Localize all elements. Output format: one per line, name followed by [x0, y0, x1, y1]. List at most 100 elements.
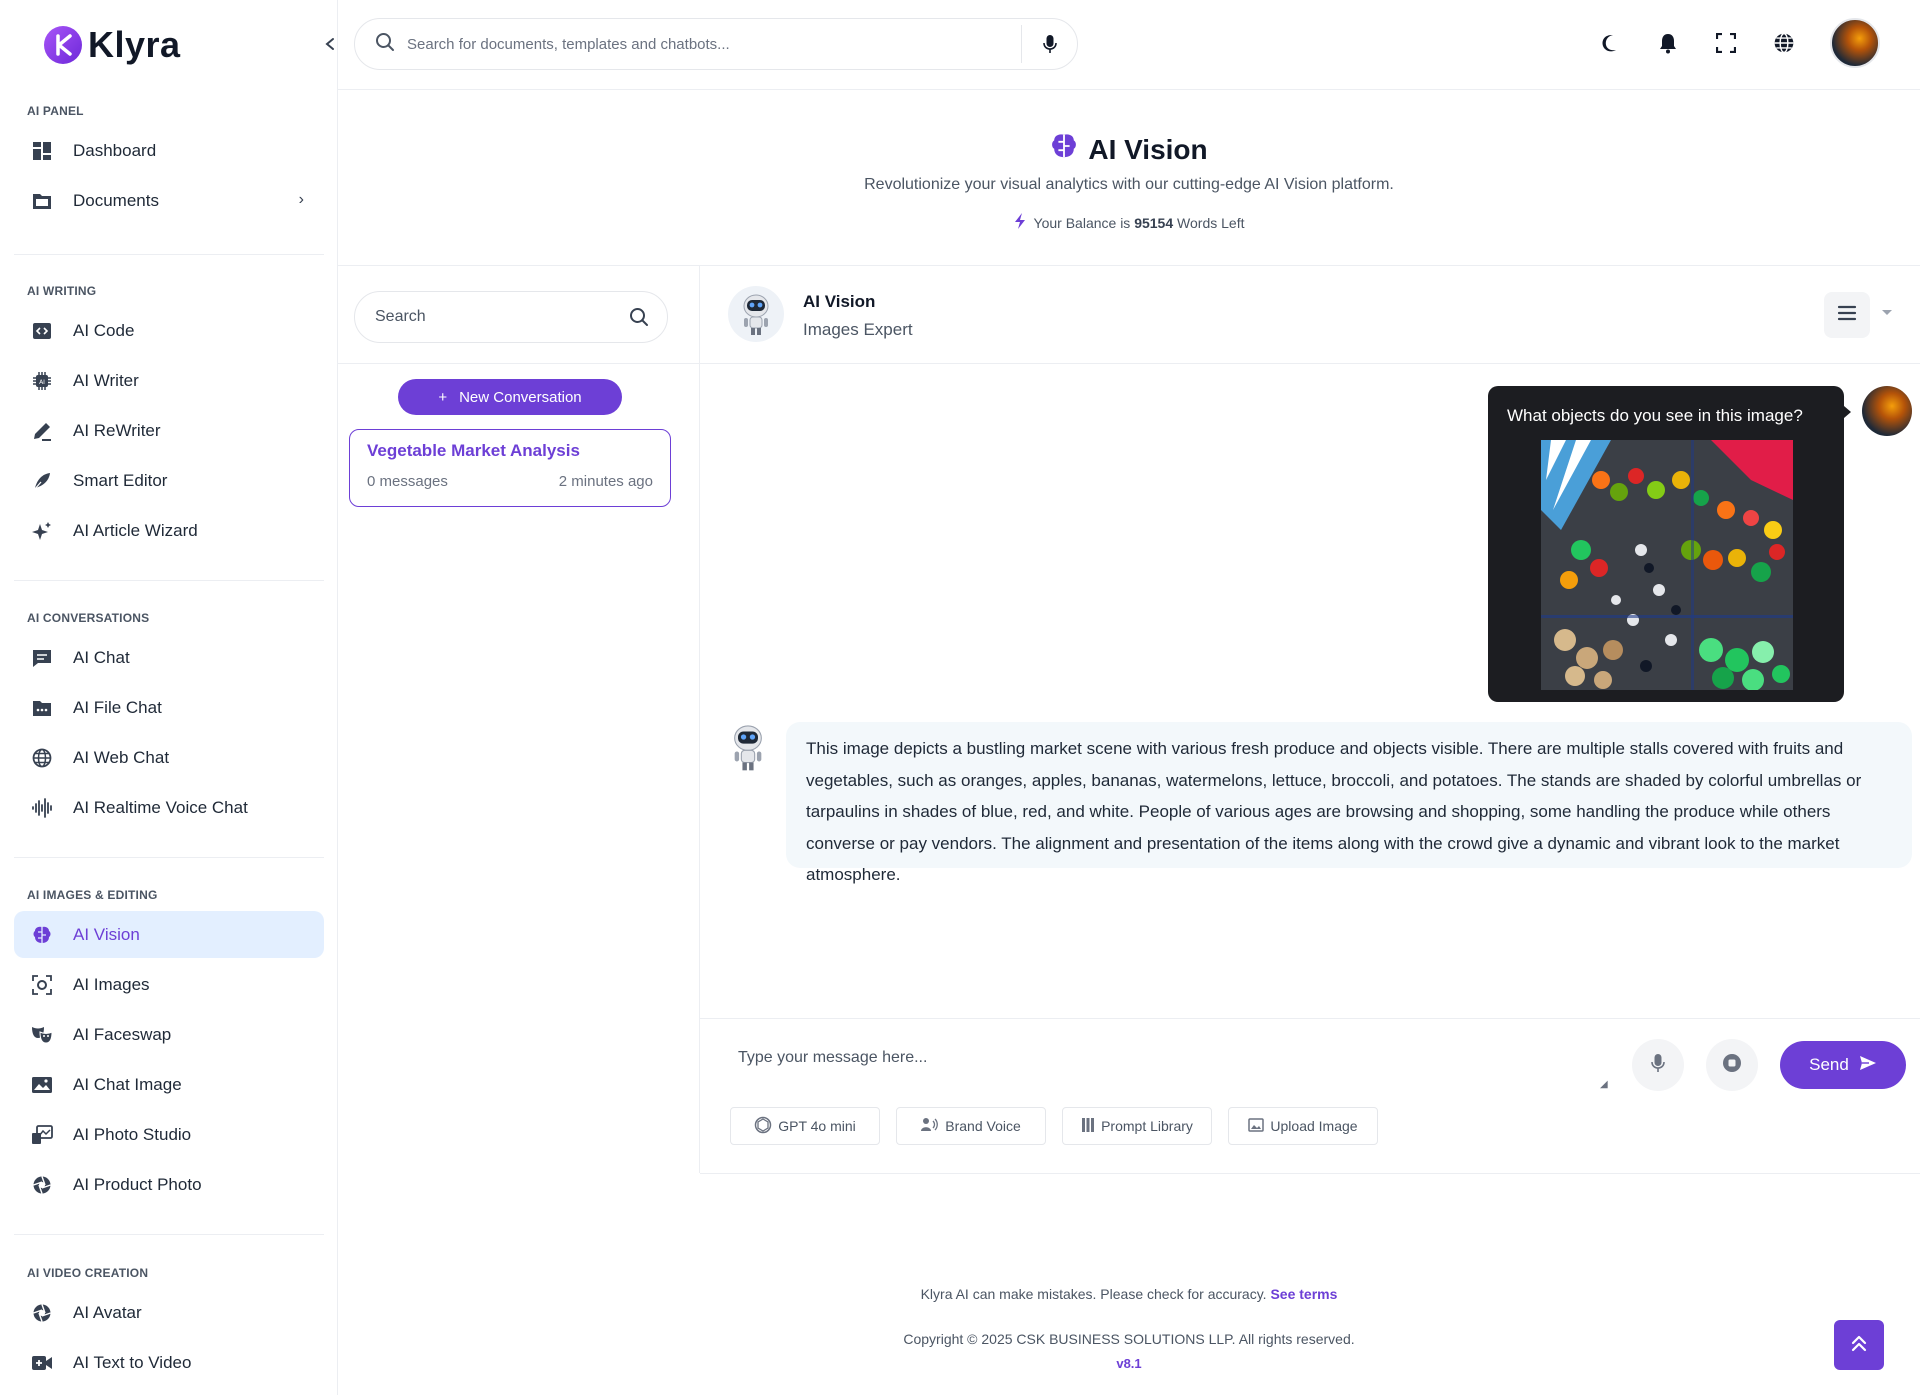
conversation-panel: + New Conversation Vegetable Market Anal…: [338, 265, 700, 1173]
message-input[interactable]: [738, 1049, 1618, 1093]
masks-icon: [31, 1024, 53, 1046]
conversation-time: 2 minutes ago: [558, 473, 653, 490]
footer-version: v8.1: [338, 1355, 1920, 1371]
svg-text:AI: AI: [39, 379, 45, 386]
sidebar-item-ai-chat-image[interactable]: AI Chat Image: [14, 1061, 324, 1108]
tool-label: Prompt Library: [1101, 1118, 1193, 1134]
scroll-to-top-button[interactable]: [1834, 1320, 1884, 1370]
see-terms-link[interactable]: See terms: [1270, 1286, 1337, 1302]
brand-name: Klyra: [88, 24, 181, 65]
divider: [338, 363, 700, 364]
avatar[interactable]: [1830, 18, 1880, 68]
new-conversation-button[interactable]: + New Conversation: [398, 379, 622, 415]
sidebar-item-label: AI File Chat: [73, 697, 162, 717]
caret-down-icon[interactable]: [1882, 310, 1892, 315]
globe-icon[interactable]: [1772, 31, 1796, 55]
divider: [14, 1234, 324, 1235]
chat-bot-role: Images Expert: [803, 320, 913, 339]
feather-icon: [31, 470, 53, 492]
footer-copyright: Copyright © 2025 CSK BUSINESS SOLUTIONS …: [903, 1331, 1355, 1347]
conversation-item[interactable]: Vegetable Market Analysis 0 messages 2 m…: [349, 429, 671, 507]
sidebar-item-smart-editor[interactable]: Smart Editor: [14, 457, 324, 504]
sidebar-item-label: AI Avatar: [73, 1302, 142, 1322]
sidebar-item-ai-vision[interactable]: AI Vision: [14, 911, 324, 958]
chat-bot-name: AI Vision: [803, 292, 876, 311]
conversation-search[interactable]: [354, 291, 668, 343]
balance-prefix: Your Balance is: [1033, 214, 1131, 231]
sidebar-item-label: AI Web Chat: [73, 747, 170, 767]
moon-icon[interactable]: [1598, 31, 1622, 55]
disclaimer-text: Klyra AI can make mistakes. Please check…: [920, 1286, 1267, 1302]
library-icon: [1081, 1117, 1095, 1136]
sidebar-item-label: AI Code: [73, 320, 135, 340]
sidebar-item-label: AI Realtime Voice Chat: [73, 797, 248, 817]
brand-voice-button[interactable]: Brand Voice: [896, 1107, 1046, 1145]
user-message-text: What objects do you see in this image?: [1507, 406, 1803, 425]
page-subtitle: Revolutionize your visual analytics with…: [864, 176, 1394, 193]
sidebar-item-label: Smart Editor: [73, 470, 168, 490]
voice-icon: [921, 1117, 939, 1136]
send-label: Send: [1809, 1055, 1849, 1074]
pen-icon: [31, 420, 53, 442]
sidebar-item-ai-photo-studio[interactable]: AI Photo Studio: [14, 1111, 324, 1158]
sidebar-item-ai-product-photo[interactable]: AI Product Photo: [14, 1161, 324, 1208]
sidebar-item-ai-article-wizard[interactable]: AI Article Wizard: [14, 507, 324, 554]
chevron-right-icon: ›: [298, 191, 304, 208]
hamburger-icon: [1837, 305, 1857, 326]
sidebar-item-label: AI Faceswap: [73, 1024, 172, 1044]
sidebar-item-ai-images[interactable]: AI Images: [14, 961, 324, 1008]
upload-image-button[interactable]: Upload Image: [1228, 1107, 1378, 1145]
sidebar-item-ai-file-chat[interactable]: AI File Chat: [14, 684, 324, 731]
brand-logo-icon: [44, 26, 82, 64]
sidebar-item-documents[interactable]: Documents ›: [14, 177, 324, 224]
nav-section-title: AI WRITING: [27, 284, 97, 298]
topbar-actions: [1598, 18, 1880, 68]
paper-plane-icon: [1859, 1055, 1877, 1076]
sidebar-item-ai-realtime-voice-chat[interactable]: AI Realtime Voice Chat: [14, 784, 324, 831]
sidebar-item-ai-text-to-video[interactable]: AI Text to Video: [14, 1339, 324, 1386]
collapse-sidebar-icon[interactable]: [320, 34, 337, 54]
nav-section-title: AI VIDEO CREATION: [27, 1266, 149, 1280]
brand[interactable]: Klyra: [44, 24, 181, 66]
sidebar-item-ai-faceswap[interactable]: AI Faceswap: [14, 1011, 324, 1058]
resize-handle-icon[interactable]: ◢: [1600, 1079, 1608, 1090]
nav-section-title: AI PANEL: [27, 104, 84, 118]
sidebar-item-label: Dashboard: [73, 140, 157, 160]
search-icon[interactable]: [629, 307, 649, 332]
nav-section-ai-conversations: AI CONVERSATIONS AI Chat AI File Chat AI…: [14, 611, 324, 831]
new-conversation-label: New Conversation: [459, 388, 582, 406]
send-button[interactable]: Send: [1780, 1041, 1906, 1089]
sidebar-item-label: AI Chat Image: [73, 1074, 182, 1094]
sidebar-item-ai-code[interactable]: AI Code: [14, 307, 324, 354]
stop-button[interactable]: [1706, 1039, 1758, 1091]
topbar: [338, 0, 1920, 90]
fullscreen-icon[interactable]: [1714, 31, 1738, 55]
voice-input-button[interactable]: [1632, 1039, 1684, 1091]
uploaded-image[interactable]: [1541, 440, 1793, 690]
model-selector-button[interactable]: GPT 4o mini: [730, 1107, 880, 1145]
aperture-icon: [31, 1174, 53, 1196]
sidebar-item-ai-avatar[interactable]: AI Avatar: [14, 1289, 324, 1336]
assistant-message: This image depicts a bustling market sce…: [786, 722, 1912, 884]
sidebar-item-ai-chat[interactable]: AI Chat: [14, 634, 324, 681]
robot-avatar-icon: [728, 721, 768, 773]
sparkle-icon: [31, 520, 53, 542]
sidebar-item-ai-rewriter[interactable]: AI ReWriter: [14, 407, 324, 454]
sidebar-item-ai-web-chat[interactable]: AI Web Chat: [14, 734, 324, 781]
file-chat-icon: [31, 697, 53, 719]
global-search[interactable]: [354, 18, 1078, 70]
openai-icon: [754, 1116, 772, 1137]
sidebar-item-ai-writer[interactable]: AI AI Writer: [14, 357, 324, 404]
chat-header: AI Vision Images Expert: [700, 266, 1920, 364]
global-search-input[interactable]: [407, 35, 1007, 53]
chat-menu-button[interactable]: [1824, 292, 1870, 338]
brain-icon: [31, 924, 53, 946]
microphone-icon[interactable]: [1021, 25, 1077, 63]
page-title: AI Vision: [338, 132, 1920, 167]
prompt-library-button[interactable]: Prompt Library: [1062, 1107, 1212, 1145]
bell-icon[interactable]: [1656, 31, 1680, 55]
sidebar-item-dashboard[interactable]: Dashboard: [14, 127, 324, 174]
avatar: [1862, 386, 1912, 436]
conversation-search-input[interactable]: [375, 308, 615, 326]
camera-scan-icon: [31, 974, 53, 996]
